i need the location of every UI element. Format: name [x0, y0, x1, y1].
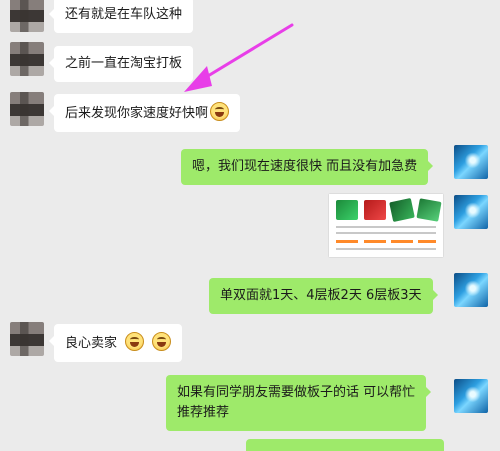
annotation-arrow	[184, 23, 294, 92]
